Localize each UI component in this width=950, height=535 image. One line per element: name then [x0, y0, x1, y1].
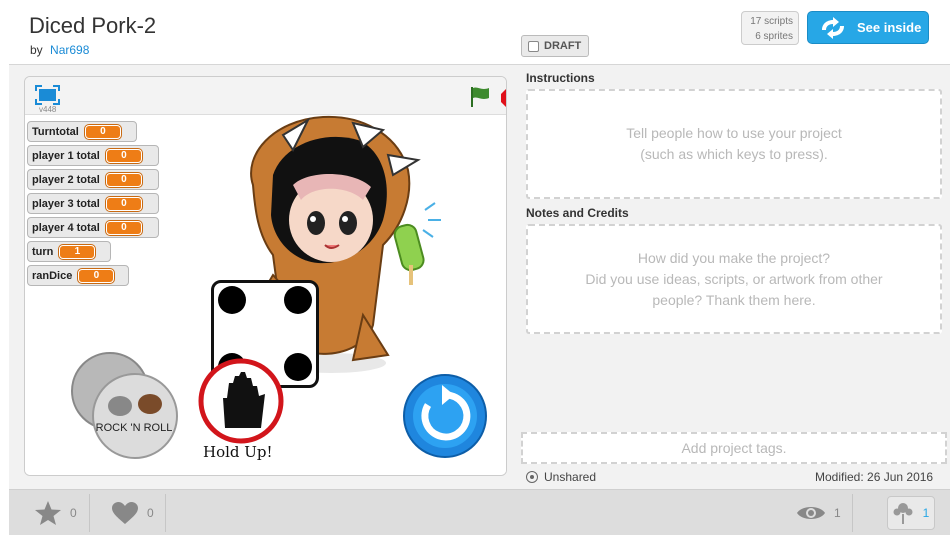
- notes-placeholder-line: people? Thank them here.: [652, 291, 816, 308]
- project-title[interactable]: Diced Pork-2: [29, 13, 156, 39]
- dice-pip: [284, 353, 312, 381]
- draft-checkbox[interactable]: [528, 40, 539, 52]
- eye-icon: [797, 507, 825, 519]
- variable-monitor: ranDice 0: [27, 265, 129, 286]
- variable-monitor: turn 1: [27, 241, 111, 262]
- unshared-label: Unshared: [544, 470, 597, 484]
- see-inside-button[interactable]: See inside: [807, 11, 929, 44]
- variable-value: 0: [105, 172, 142, 187]
- star-icon: [35, 501, 61, 525]
- see-inside-icon: [822, 16, 844, 39]
- variable-value: 0: [84, 124, 121, 139]
- variable-name: player 2 total: [32, 173, 100, 186]
- notes-placeholder-line: Did you use ideas, scripts, or artwork f…: [585, 270, 883, 287]
- love-stat[interactable]: 0: [112, 490, 154, 535]
- divider: [852, 494, 853, 532]
- heart-icon: [112, 502, 138, 524]
- variable-value: 0: [105, 220, 142, 235]
- player-controls-bar: v448: [25, 77, 507, 115]
- stop-icon[interactable]: [501, 87, 507, 109]
- divider: [165, 494, 166, 532]
- variable-value: 0: [105, 148, 142, 163]
- variable-name: Turntotal: [32, 125, 79, 138]
- hold-up-label: Hold Up!: [203, 443, 273, 461]
- notes-placeholder-line: How did you make the project?: [637, 249, 831, 266]
- project-player: v448 ROCK 'N ROLL Hold Up! Turntotal 0 p…: [24, 76, 507, 476]
- views-stat: 1: [797, 490, 841, 535]
- notes-field[interactable]: How did you make the project? Did you us…: [526, 224, 942, 334]
- tags-input[interactable]: Add project tags.: [521, 432, 947, 464]
- project-page: Diced Pork-2 by Nar698 DRAFT 17 scripts …: [0, 0, 950, 535]
- project-counts: 17 scripts 6 sprites: [741, 11, 799, 45]
- byline: by Nar698: [30, 43, 89, 57]
- see-inside-label: See inside: [857, 20, 922, 35]
- favorite-stat[interactable]: 0: [35, 490, 77, 535]
- variable-name: player 3 total: [32, 197, 100, 210]
- remix-tree-icon: [893, 503, 913, 524]
- variable-monitor: player 1 total 0: [27, 145, 159, 166]
- variable-name: player 1 total: [32, 149, 100, 162]
- rock-n-roll-text: ROCK 'N ROLL: [96, 422, 173, 434]
- remix-tree-button[interactable]: 1: [887, 496, 935, 530]
- views-count: 1: [834, 506, 841, 520]
- variable-monitor: player 3 total 0: [27, 193, 159, 214]
- by-label: by: [30, 43, 43, 57]
- love-count: 0: [147, 506, 154, 520]
- notes-label: Notes and Credits: [526, 206, 629, 220]
- draft-toggle[interactable]: DRAFT: [521, 35, 589, 57]
- scripts-count: 17 scripts: [750, 16, 793, 27]
- modified-date: Modified: 26 Jun 2016: [815, 470, 934, 484]
- favorite-count: 0: [70, 506, 77, 520]
- draft-label: DRAFT: [544, 40, 582, 52]
- share-status: Unshared: [526, 470, 596, 484]
- unshared-icon: [526, 471, 538, 483]
- instructions-label: Instructions: [526, 71, 595, 85]
- variable-name: player 4 total: [32, 221, 100, 234]
- variable-value: 1: [59, 244, 96, 259]
- stats-bar: 0 0 1: [9, 489, 950, 535]
- remix-count: 1: [922, 506, 930, 520]
- version-label: v448: [39, 105, 57, 114]
- hold-up-sign[interactable]: [195, 358, 287, 444]
- dice-pip: [218, 286, 246, 314]
- instructions-field[interactable]: Tell people how to use your project (suc…: [526, 89, 942, 199]
- instructions-placeholder-line: (such as which keys to press).: [640, 146, 828, 162]
- variable-name: turn: [32, 245, 54, 258]
- fullscreen-icon[interactable]: [35, 85, 60, 105]
- variable-monitor: player 2 total 0: [27, 169, 159, 190]
- variable-value: 0: [105, 196, 142, 211]
- instructions-placeholder-line: Tell people how to use your project: [626, 125, 842, 141]
- variable-monitor: player 4 total 0: [27, 217, 159, 238]
- sprites-count: 6 sprites: [755, 31, 793, 42]
- dice-pip: [284, 286, 312, 314]
- variable-name: ranDice: [32, 269, 73, 282]
- author-link[interactable]: Nar698: [50, 43, 89, 57]
- variable-monitor: Turntotal 0: [27, 121, 137, 142]
- restart-icon[interactable]: [402, 373, 488, 459]
- rock-n-roll-button[interactable]: ROCK 'N ROLL: [70, 351, 180, 461]
- green-flag-icon[interactable]: [469, 86, 493, 108]
- divider: [89, 494, 90, 532]
- variable-value: 0: [78, 268, 115, 283]
